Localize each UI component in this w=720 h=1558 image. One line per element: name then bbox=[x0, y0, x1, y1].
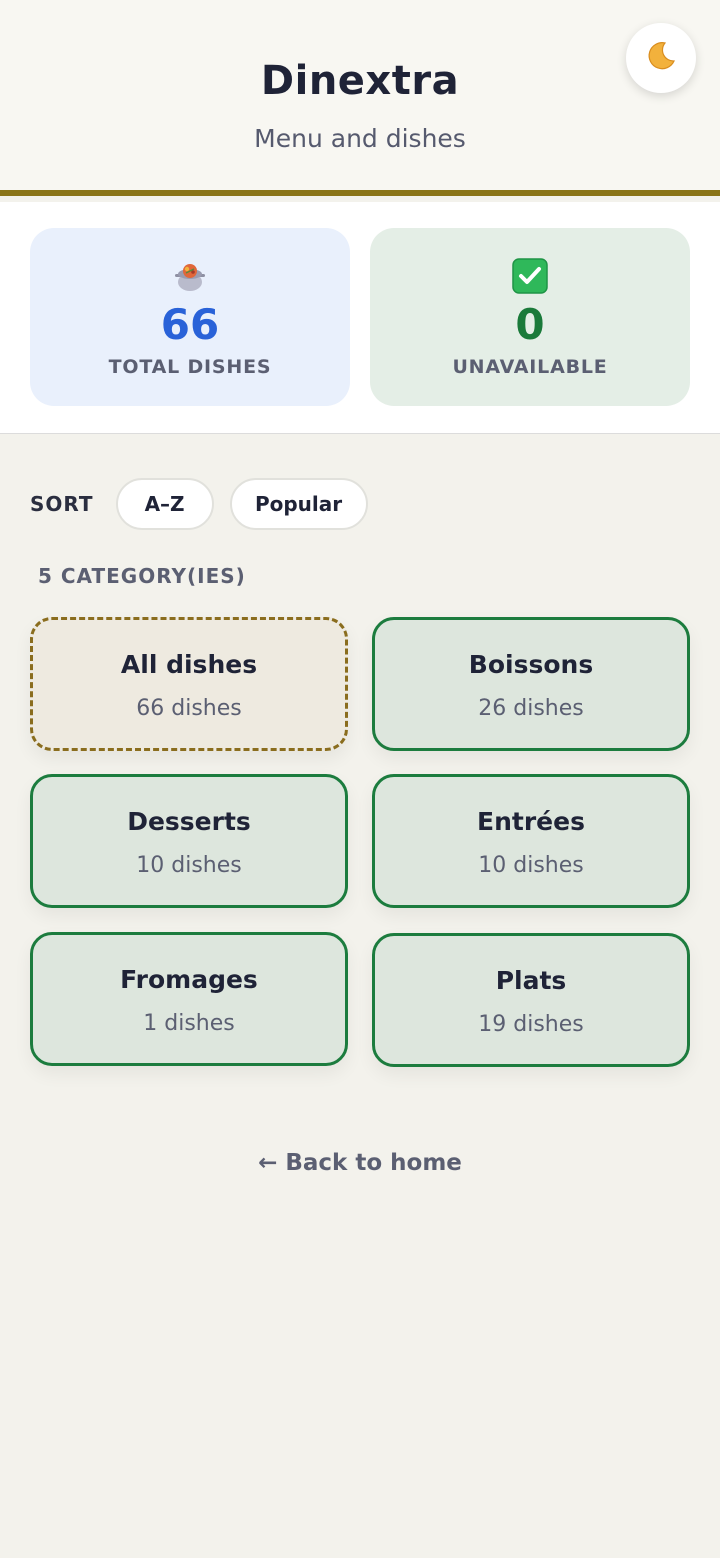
stats-section: 66 TOTAL DISHES 0 UNAVAILABLE bbox=[0, 202, 720, 434]
app-subtitle: Menu and dishes bbox=[254, 124, 466, 153]
sort-popular-button[interactable]: Popular bbox=[229, 478, 368, 530]
category-name: Entrées bbox=[477, 807, 585, 836]
total-dishes-card: 66 TOTAL DISHES bbox=[30, 228, 350, 406]
theme-toggle-button[interactable] bbox=[626, 23, 696, 93]
category-name: Fromages bbox=[120, 965, 258, 994]
category-count: 5 CATEGORY(IES) bbox=[38, 564, 246, 588]
check-box-icon bbox=[370, 258, 690, 294]
category-name: All dishes bbox=[120, 650, 258, 679]
category-card-boissons[interactable]: Boissons 26 dishes bbox=[372, 617, 690, 751]
sort-az-button[interactable]: A–Z bbox=[115, 478, 214, 530]
category-dish-count: 66 dishes bbox=[136, 696, 242, 721]
app-header: Dinextra Menu and dishes bbox=[0, 0, 720, 196]
total-dishes-label: TOTAL DISHES bbox=[108, 356, 272, 378]
sort-label: SORT bbox=[30, 492, 94, 516]
category-card-fromages[interactable]: Fromages 1 dishes bbox=[30, 932, 348, 1066]
category-dish-count: 1 dishes bbox=[143, 1011, 235, 1036]
category-card-desserts[interactable]: Desserts 10 dishes bbox=[30, 774, 348, 908]
unavailable-card: 0 UNAVAILABLE bbox=[370, 228, 690, 406]
unavailable-value: 0 bbox=[515, 300, 545, 349]
back-to-home-link[interactable]: ← Back to home bbox=[0, 1150, 720, 1176]
app-title: Dinextra bbox=[260, 58, 460, 104]
sort-controls: SORT A–Z Popular bbox=[30, 478, 384, 530]
unavailable-label: UNAVAILABLE bbox=[452, 356, 608, 378]
category-name: Boissons bbox=[468, 650, 594, 679]
category-card-entrees[interactable]: Entrées 10 dishes bbox=[372, 774, 690, 908]
category-dish-count: 26 dishes bbox=[478, 696, 584, 721]
category-card-all-dishes[interactable]: All dishes 66 dishes bbox=[30, 617, 348, 751]
category-name: Plats bbox=[495, 966, 567, 995]
total-dishes-value: 66 bbox=[160, 300, 220, 349]
category-dish-count: 10 dishes bbox=[136, 853, 242, 878]
category-dish-count: 19 dishes bbox=[478, 1012, 584, 1037]
category-card-plats[interactable]: Plats 19 dishes bbox=[372, 933, 690, 1067]
category-name: Desserts bbox=[127, 807, 251, 836]
pot-of-food-icon bbox=[30, 258, 350, 294]
category-dish-count: 10 dishes bbox=[478, 853, 584, 878]
crescent-moon-icon bbox=[645, 40, 677, 76]
